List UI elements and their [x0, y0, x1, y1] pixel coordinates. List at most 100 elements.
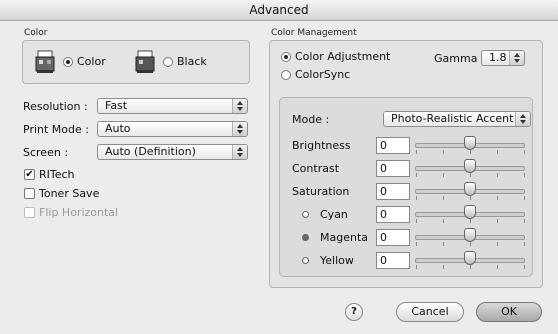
toner-save-label: Toner Save: [39, 187, 100, 200]
adjustment-value-field[interactable]: 0: [376, 252, 410, 269]
color-radio[interactable]: Color: [63, 55, 106, 68]
adjustment-slider[interactable]: [415, 227, 525, 247]
slider-knob[interactable]: [464, 159, 476, 173]
adjustment-value-field[interactable]: 0: [376, 160, 410, 177]
mode-label: Mode :: [292, 113, 330, 126]
print-mode-label: Print Mode :: [23, 123, 89, 136]
resolution-popup[interactable]: Fast: [97, 98, 248, 114]
adjustment-row: Brightness 0: [280, 135, 530, 155]
slider-tick: [443, 196, 444, 200]
window-title: Advanced: [249, 3, 309, 17]
slider-tick: [443, 219, 444, 223]
adjustment-label: Cyan: [320, 208, 348, 221]
help-button[interactable]: ?: [345, 303, 363, 321]
window-titlebar: Advanced: [0, 0, 558, 21]
adjustment-label: Contrast: [292, 162, 340, 175]
black-radio-label: Black: [177, 55, 207, 68]
slider-tick: [443, 150, 444, 154]
adjustment-panel: Mode : Photo-Realistic Accent Brightness…: [279, 97, 533, 277]
black-radio[interactable]: Black: [163, 55, 207, 68]
slider-tick: [497, 219, 498, 223]
color-groupbox: Color Black: [22, 40, 250, 84]
slider-tick: [416, 219, 417, 223]
color-adjustment-indicator: [281, 51, 291, 62]
black-radio-indicator: [163, 56, 173, 67]
cancel-button-label: Cancel: [411, 305, 449, 318]
slider-tick: [470, 242, 471, 246]
colorsync-radio[interactable]: ColorSync: [281, 68, 350, 81]
slider-tick: [497, 173, 498, 177]
screen-popup[interactable]: Auto (Definition): [97, 144, 248, 160]
slider-knob[interactable]: [464, 251, 476, 265]
toner-save-box: [24, 188, 35, 199]
color-radio-label: Color: [77, 55, 106, 68]
slider-tick: [470, 265, 471, 269]
adjustment-row: Saturation 0: [280, 181, 530, 201]
cancel-button[interactable]: Cancel: [396, 302, 464, 322]
slider-tick: [524, 173, 525, 177]
help-icon: ?: [351, 306, 357, 317]
adjustment-row: Cyan 0: [280, 204, 530, 224]
adjustment-slider[interactable]: [415, 158, 525, 178]
ritech-checkbox[interactable]: ✔ RITech: [24, 168, 75, 181]
slider-knob[interactable]: [464, 136, 476, 150]
adjustment-row: Magenta 0: [280, 227, 530, 247]
slider-tick: [470, 150, 471, 154]
slider-tick: [443, 265, 444, 269]
color-adjustment-radio[interactable]: Color Adjustment: [281, 50, 390, 63]
adjustment-value-field[interactable]: 0: [376, 137, 410, 154]
adjustment-row: Yellow 0: [280, 250, 530, 270]
slider-tick: [497, 150, 498, 154]
print-mode-popup[interactable]: Auto: [97, 121, 248, 137]
slider-tick: [470, 196, 471, 200]
mode-popup[interactable]: Photo-Realistic Accent: [383, 111, 531, 127]
slider-tick: [416, 150, 417, 154]
color-group-title: Color: [24, 28, 48, 38]
channel-dot-icon: [302, 234, 309, 241]
gamma-popup[interactable]: 1.8: [481, 50, 525, 66]
color-management-title: Color Management: [271, 28, 357, 38]
slider-tick: [470, 173, 471, 177]
adjustment-label: Saturation: [292, 185, 350, 198]
adjustment-slider[interactable]: [415, 135, 525, 155]
channel-dot-icon: [302, 257, 309, 264]
adjustment-row: Contrast 0: [280, 158, 530, 178]
slider-knob[interactable]: [464, 182, 476, 196]
adjustment-slider[interactable]: [415, 204, 525, 224]
screen-value: Auto (Definition): [105, 145, 196, 158]
adjustment-value-field[interactable]: 0: [376, 183, 410, 200]
ok-button[interactable]: OK: [476, 302, 542, 322]
color-radio-indicator: [63, 56, 73, 67]
popup-arrows-icon: [515, 112, 530, 126]
gamma-label: Gamma: [434, 52, 478, 65]
adjustment-slider[interactable]: [415, 250, 525, 270]
flip-horizontal-box: [24, 207, 35, 218]
flip-horizontal-checkbox[interactable]: Flip Horizontal: [24, 206, 118, 219]
slider-tick: [524, 196, 525, 200]
slider-tick: [470, 219, 471, 223]
print-mode-value: Auto: [105, 122, 131, 135]
mode-value: Photo-Realistic Accent: [391, 112, 514, 125]
adjustment-value-field[interactable]: 0: [376, 229, 410, 246]
ok-button-label: OK: [501, 305, 517, 318]
slider-tick: [443, 242, 444, 246]
slider-tick: [416, 242, 417, 246]
slider-knob[interactable]: [464, 228, 476, 242]
slider-tick: [497, 196, 498, 200]
slider-knob[interactable]: [464, 205, 476, 219]
checkmark-icon: ✔: [24, 169, 35, 180]
adjustment-value-field[interactable]: 0: [376, 206, 410, 223]
toner-save-checkbox[interactable]: Toner Save: [24, 187, 99, 200]
popup-arrows-icon: [232, 145, 247, 159]
slider-tick: [497, 265, 498, 269]
color-printer-icon: [35, 50, 55, 73]
slider-tick: [524, 242, 525, 246]
slider-tick: [524, 265, 525, 269]
color-management-groupbox: Color Adjustment ColorSync Gamma 1.8 Mod…: [269, 40, 543, 288]
adjustment-slider[interactable]: [415, 181, 525, 201]
adjustment-label: Yellow: [320, 254, 354, 267]
popup-arrows-icon: [232, 99, 247, 113]
adjustment-label: Magenta: [320, 231, 369, 244]
slider-tick: [416, 265, 417, 269]
slider-tick: [416, 196, 417, 200]
